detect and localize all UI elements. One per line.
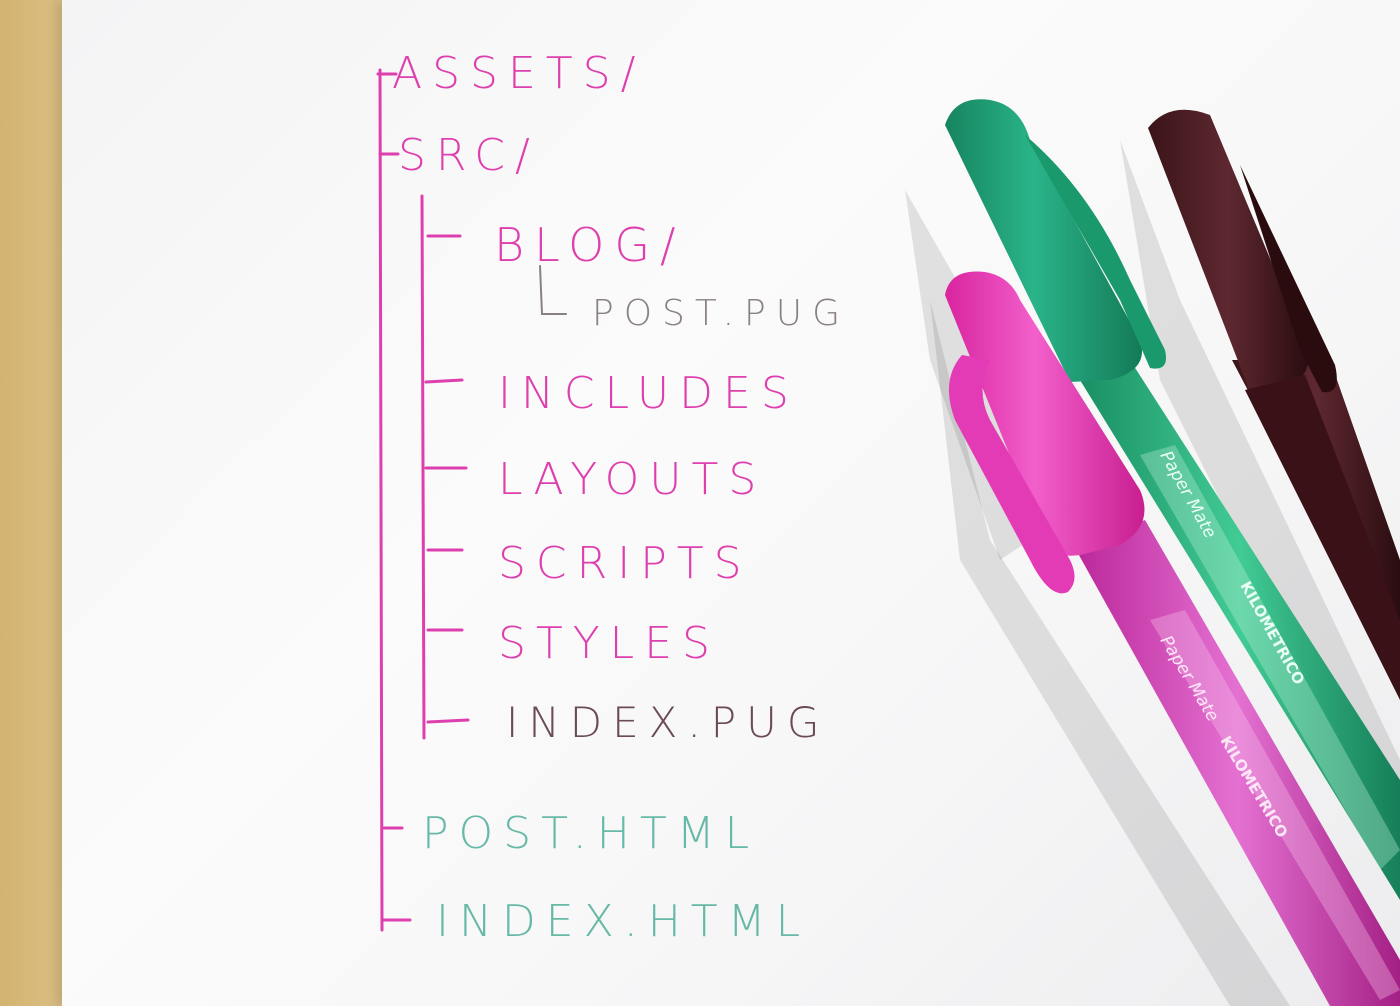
pens-group: Paper Mate KILOMETRICO Paper Mate KILOME… bbox=[905, 99, 1400, 1006]
